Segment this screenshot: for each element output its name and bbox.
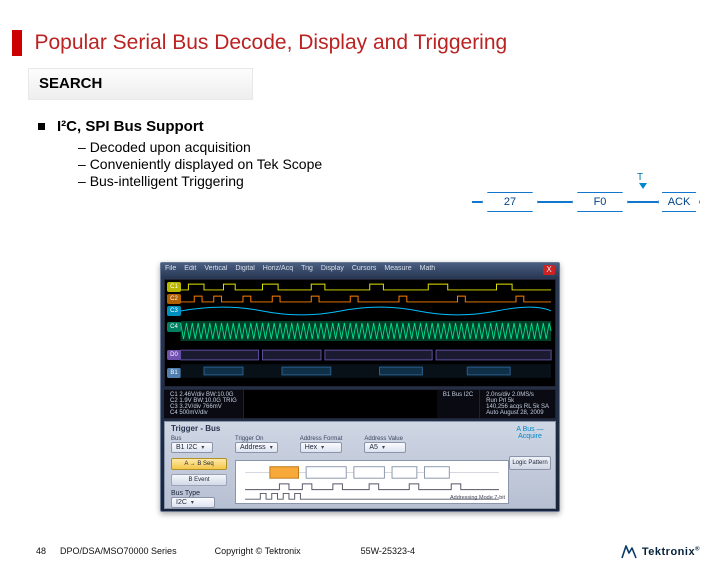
a-b-seq-button[interactable]: A → B Seq [171,458,227,470]
brand-text: Tektronix® [642,546,700,558]
readout-bar: C1 2.46V/div BW:10.0G C2 1.9V BW:10.0G T… [164,389,556,419]
trigger-on-dropdown[interactable]: Address [235,442,278,453]
brand-logo: Tektronix® [620,544,700,560]
close-icon[interactable]: X [543,265,555,275]
page-number: 48 [36,546,46,556]
section-heading: I²C, SPI Bus Support [57,118,204,135]
menu-item[interactable]: Digital [235,265,254,275]
bullet-square-icon [38,123,45,130]
menu-item[interactable]: Math [420,265,436,275]
timebase-readout: 2.0ns/div 2.0MS/s Run Prl 5k 140,256 acq… [480,390,556,418]
scope-menubar: File Edit Vertical Digital Horiz/Acq Tri… [161,263,559,277]
packet-hex: 27 [482,192,538,212]
search-label: SEARCH [39,75,102,92]
menu-item[interactable]: Trig [301,265,313,275]
panel-left-buttons: A → B Seq B Event Bus Type I2C [171,458,227,508]
field-addr-format: Address Format Hex [300,436,343,453]
waveform-trace [165,318,555,344]
bus-readout: B1 Bus I2C [437,390,480,418]
menu-item[interactable]: Cursors [352,265,377,275]
slide-title: Popular Serial Bus Decode, Display and T… [34,31,507,54]
sub-bullet: – Conveniently displayed on Tek Scope [78,156,720,172]
sub-bullets: – Decoded upon acquisition – Convenientl… [78,139,720,189]
panel-title: Trigger - Bus [171,424,220,433]
menu-item[interactable]: Display [321,265,344,275]
addr-value-field[interactable]: A5 [364,442,406,453]
menu-item[interactable]: File [165,265,176,275]
trigger-panel: Trigger - Bus Bus B1 I2C Trigger On Addr… [164,421,556,509]
scope-window: File Edit Vertical Digital Horiz/Acq Tri… [160,262,560,512]
packet-hex: F0 [572,192,628,212]
content-block: I²C, SPI Bus Support – Decoded upon acqu… [38,118,720,189]
panel-right: A Bus — Acquire Logic Pattern [509,426,551,470]
slide-title-bar: Popular Serial Bus Decode, Display and T… [0,30,720,56]
bus-type-dropdown[interactable]: I2C [171,497,215,508]
field-trigger-on: Trigger On Address [235,436,278,453]
channel-readout: C1 2.46V/div BW:10.0G C2 1.9V BW:10.0G T… [164,390,244,418]
series-label: DPO/DSA/MSO70000 Series [60,546,177,556]
search-banner: SEARCH [28,68,253,100]
tektronix-mark-icon [620,544,638,560]
field-addr-value: Address Value A5 [364,436,406,453]
footer: 48 DPO/DSA/MSO70000 Series Copyright © T… [36,546,700,556]
copyright: Copyright © Tektronix [215,546,301,556]
bus-dropdown[interactable]: B1 I2C [171,442,213,453]
bus-caption: Addressing Mode 7-bit [450,495,505,501]
accent-bar [12,30,22,56]
trigger-marker-arrow-icon [639,183,647,189]
digital-trace [165,348,555,362]
menu-item[interactable]: Horiz/Acq [263,265,293,275]
trigger-marker-label: T [637,172,643,183]
menu-item[interactable]: Edit [184,265,196,275]
field-bus: Bus B1 I2C [171,436,213,453]
bus-decode-trace [165,364,555,378]
sub-bullet: – Bus-intelligent Triggering [78,173,720,189]
packet-ack: ACK [658,192,700,212]
abus-label: A Bus — Acquire [509,426,551,440]
menu-item[interactable]: Vertical [204,265,227,275]
bus-packet-diagram: T 27 F0 ACK [472,188,702,232]
menu-item[interactable]: Measure [384,265,411,275]
waveform-trace [165,306,555,316]
waveform-area: C1 C2 C3 C4 D0 B1 [164,279,556,387]
logic-pattern-button[interactable]: Logic Pattern [509,456,551,470]
waveform-trace [165,294,555,304]
waveform-trace [165,282,555,292]
sub-bullet: – Decoded upon acquisition [78,139,720,155]
doc-number: 55W-25323-4 [361,546,415,556]
addr-format-dropdown[interactable]: Hex [300,442,342,453]
bus-timing-diagram: Addressing Mode 7-bit [235,460,509,504]
b-event-button[interactable]: B Event [171,474,227,486]
